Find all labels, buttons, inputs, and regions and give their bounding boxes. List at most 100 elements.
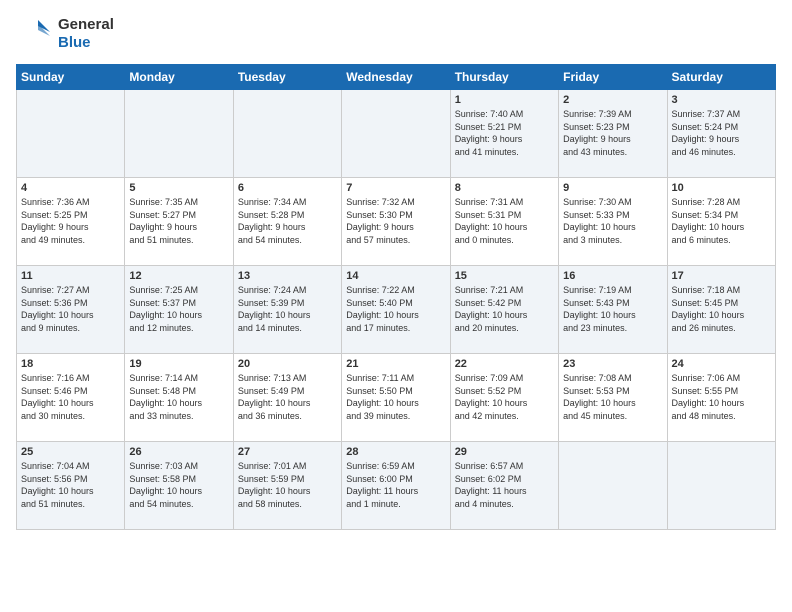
day-detail: Sunrise: 7:35 AM Sunset: 5:27 PM Dayligh… xyxy=(129,196,228,246)
calendar-cell: 25 Sunrise: 7:04 AM Sunset: 5:56 PM Dayli… xyxy=(17,442,125,530)
day-detail: Sunrise: 7:36 AM Sunset: 5:25 PM Dayligh… xyxy=(21,196,120,246)
day-header-thursday: Thursday xyxy=(450,65,558,90)
day-detail: Sunrise: 7:08 AM Sunset: 5:53 PM Dayligh… xyxy=(563,372,662,422)
day-number: 17 xyxy=(672,270,771,282)
calendar-cell: 9 Sunrise: 7:30 AM Sunset: 5:33 PM Daylig… xyxy=(559,178,667,266)
day-number: 19 xyxy=(129,358,228,370)
calendar-cell: 8 Sunrise: 7:31 AM Sunset: 5:31 PM Daylig… xyxy=(450,178,558,266)
day-detail: Sunrise: 7:31 AM Sunset: 5:31 PM Dayligh… xyxy=(455,196,554,246)
calendar-cell: 18 Sunrise: 7:16 AM Sunset: 5:46 PM Dayli… xyxy=(17,354,125,442)
day-number: 18 xyxy=(21,358,120,370)
day-number: 13 xyxy=(238,270,337,282)
day-number: 29 xyxy=(455,446,554,458)
page-header: General Blue xyxy=(16,16,776,52)
day-detail: Sunrise: 7:25 AM Sunset: 5:37 PM Dayligh… xyxy=(129,284,228,334)
calendar-cell: 19 Sunrise: 7:14 AM Sunset: 5:48 PM Dayli… xyxy=(125,354,233,442)
day-number: 11 xyxy=(21,270,120,282)
calendar-cell xyxy=(559,442,667,530)
day-number: 4 xyxy=(21,182,120,194)
calendar-week-row: 4 Sunrise: 7:36 AM Sunset: 5:25 PM Daylig… xyxy=(17,178,776,266)
day-number: 1 xyxy=(455,94,554,106)
calendar-week-row: 11Sunrise: 7:27 AM Sunset: 5:36 PM Dayli… xyxy=(17,266,776,354)
calendar-cell: 15 Sunrise: 7:21 AM Sunset: 5:42 PM Dayli… xyxy=(450,266,558,354)
day-detail: Sunrise: 7:30 AM Sunset: 5:33 PM Dayligh… xyxy=(563,196,662,246)
calendar-header-row: SundayMondayTuesdayWednesdayThursdayFrid… xyxy=(17,65,776,90)
day-number: 6 xyxy=(238,182,337,194)
calendar-cell: 23 Sunrise: 7:08 AM Sunset: 5:53 PM Dayli… xyxy=(559,354,667,442)
day-header-saturday: Saturday xyxy=(667,65,775,90)
day-detail: Sunrise: 7:19 AM Sunset: 5:43 PM Dayligh… xyxy=(563,284,662,334)
day-number: 10 xyxy=(672,182,771,194)
calendar-cell xyxy=(233,90,341,178)
calendar-cell: 22 Sunrise: 7:09 AM Sunset: 5:52 PM Dayli… xyxy=(450,354,558,442)
day-header-tuesday: Tuesday xyxy=(233,65,341,90)
day-header-wednesday: Wednesday xyxy=(342,65,450,90)
calendar-cell: 3Sunrise: 7:37 AM Sunset: 5:24 PM Daylig… xyxy=(667,90,775,178)
day-detail: Sunrise: 7:34 AM Sunset: 5:28 PM Dayligh… xyxy=(238,196,337,246)
day-detail: Sunrise: 7:40 AM Sunset: 5:21 PM Dayligh… xyxy=(455,108,554,158)
day-number: 12 xyxy=(129,270,228,282)
day-number: 9 xyxy=(563,182,662,194)
logo-container: General Blue xyxy=(16,16,114,52)
calendar-cell: 20 Sunrise: 7:13 AM Sunset: 5:49 PM Dayli… xyxy=(233,354,341,442)
day-number: 8 xyxy=(455,182,554,194)
logo: General Blue xyxy=(16,16,114,52)
calendar-cell: 1 Sunrise: 7:40 AM Sunset: 5:21 PM Daylig… xyxy=(450,90,558,178)
day-number: 14 xyxy=(346,270,445,282)
logo-graphic xyxy=(16,16,52,52)
day-detail: Sunrise: 7:16 AM Sunset: 5:46 PM Dayligh… xyxy=(21,372,120,422)
calendar-cell: 11Sunrise: 7:27 AM Sunset: 5:36 PM Dayli… xyxy=(17,266,125,354)
day-number: 25 xyxy=(21,446,120,458)
day-header-friday: Friday xyxy=(559,65,667,90)
calendar-cell: 13 Sunrise: 7:24 AM Sunset: 5:39 PM Dayli… xyxy=(233,266,341,354)
day-detail: Sunrise: 7:24 AM Sunset: 5:39 PM Dayligh… xyxy=(238,284,337,334)
calendar-week-row: 25 Sunrise: 7:04 AM Sunset: 5:56 PM Dayli… xyxy=(17,442,776,530)
calendar-cell: 14Sunrise: 7:22 AM Sunset: 5:40 PM Dayli… xyxy=(342,266,450,354)
day-detail: Sunrise: 7:04 AM Sunset: 5:56 PM Dayligh… xyxy=(21,460,120,510)
day-number: 16 xyxy=(563,270,662,282)
day-detail: Sunrise: 7:18 AM Sunset: 5:45 PM Dayligh… xyxy=(672,284,771,334)
calendar-cell: 24 Sunrise: 7:06 AM Sunset: 5:55 PM Dayli… xyxy=(667,354,775,442)
calendar-cell: 21 Sunrise: 7:11 AM Sunset: 5:50 PM Dayli… xyxy=(342,354,450,442)
day-detail: Sunrise: 7:11 AM Sunset: 5:50 PM Dayligh… xyxy=(346,372,445,422)
calendar-week-row: 1 Sunrise: 7:40 AM Sunset: 5:21 PM Daylig… xyxy=(17,90,776,178)
calendar-cell: 17 Sunrise: 7:18 AM Sunset: 5:45 PM Dayli… xyxy=(667,266,775,354)
calendar-cell: 12 Sunrise: 7:25 AM Sunset: 5:37 PM Dayli… xyxy=(125,266,233,354)
calendar-cell: 2Sunrise: 7:39 AM Sunset: 5:23 PM Daylig… xyxy=(559,90,667,178)
calendar-cell: 4 Sunrise: 7:36 AM Sunset: 5:25 PM Daylig… xyxy=(17,178,125,266)
calendar-week-row: 18 Sunrise: 7:16 AM Sunset: 5:46 PM Dayli… xyxy=(17,354,776,442)
day-detail: Sunrise: 7:09 AM Sunset: 5:52 PM Dayligh… xyxy=(455,372,554,422)
day-number: 5 xyxy=(129,182,228,194)
day-detail: Sunrise: 7:32 AM Sunset: 5:30 PM Dayligh… xyxy=(346,196,445,246)
day-number: 23 xyxy=(563,358,662,370)
calendar-cell: 29 Sunrise: 6:57 AM Sunset: 6:02 PM Dayli… xyxy=(450,442,558,530)
calendar-cell xyxy=(342,90,450,178)
day-number: 28 xyxy=(346,446,445,458)
day-detail: Sunrise: 7:37 AM Sunset: 5:24 PM Dayligh… xyxy=(672,108,771,158)
logo-text: General Blue xyxy=(58,16,114,52)
day-number: 21 xyxy=(346,358,445,370)
day-number: 7 xyxy=(346,182,445,194)
day-detail: Sunrise: 7:03 AM Sunset: 5:58 PM Dayligh… xyxy=(129,460,228,510)
calendar-cell xyxy=(125,90,233,178)
calendar-cell: 27Sunrise: 7:01 AM Sunset: 5:59 PM Dayli… xyxy=(233,442,341,530)
day-detail: Sunrise: 7:13 AM Sunset: 5:49 PM Dayligh… xyxy=(238,372,337,422)
day-number: 26 xyxy=(129,446,228,458)
day-number: 22 xyxy=(455,358,554,370)
day-number: 15 xyxy=(455,270,554,282)
day-detail: Sunrise: 7:01 AM Sunset: 5:59 PM Dayligh… xyxy=(238,460,337,510)
day-number: 20 xyxy=(238,358,337,370)
day-detail: Sunrise: 7:14 AM Sunset: 5:48 PM Dayligh… xyxy=(129,372,228,422)
day-detail: Sunrise: 7:06 AM Sunset: 5:55 PM Dayligh… xyxy=(672,372,771,422)
calendar-table: SundayMondayTuesdayWednesdayThursdayFrid… xyxy=(16,64,776,530)
calendar-cell: 16 Sunrise: 7:19 AM Sunset: 5:43 PM Dayli… xyxy=(559,266,667,354)
day-detail: Sunrise: 7:28 AM Sunset: 5:34 PM Dayligh… xyxy=(672,196,771,246)
day-detail: Sunrise: 6:57 AM Sunset: 6:02 PM Dayligh… xyxy=(455,460,554,510)
calendar-cell xyxy=(667,442,775,530)
calendar-cell: 10 Sunrise: 7:28 AM Sunset: 5:34 PM Dayli… xyxy=(667,178,775,266)
day-number: 2 xyxy=(563,94,662,106)
calendar-cell: 28Sunrise: 6:59 AM Sunset: 6:00 PM Dayli… xyxy=(342,442,450,530)
day-detail: Sunrise: 7:21 AM Sunset: 5:42 PM Dayligh… xyxy=(455,284,554,334)
calendar-cell: 5 Sunrise: 7:35 AM Sunset: 5:27 PM Daylig… xyxy=(125,178,233,266)
day-number: 24 xyxy=(672,358,771,370)
